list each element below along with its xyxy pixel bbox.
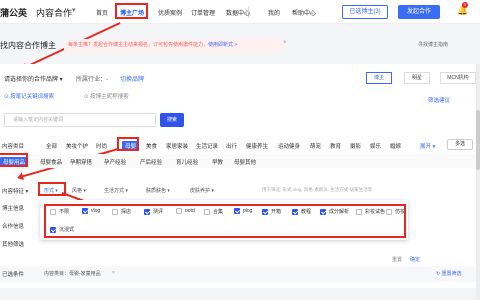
help-guide-link[interactable]: 寻找博主指南 (418, 41, 448, 48)
category-entertainment[interactable]: 娱乐 (370, 142, 381, 150)
subcategory-other[interactable]: 母婴其他 (234, 158, 256, 166)
selected-bloggers-button[interactable]: 已选博主(3) (342, 5, 388, 19)
bottom-bar (0, 288, 480, 300)
filter-panel (0, 64, 480, 300)
multi-select-button[interactable]: 多选 (447, 139, 473, 150)
highlight-nav-box (115, 3, 148, 19)
feature-hint: 用于筛选: 形式-vlog, 风格-素颜派, 生活方式-居家生活等 (262, 187, 373, 192)
expand-label: 展开 (420, 144, 432, 150)
feature-label: 内容特征 ▾ (2, 189, 29, 195)
search-input[interactable]: 请输入笔记内容关键词 (4, 113, 156, 127)
confirm-button[interactable]: 确定 (410, 256, 420, 263)
switch-brand-link[interactable]: 切换品牌 (120, 74, 144, 83)
nav-cases[interactable]: 优质案例 (158, 8, 182, 17)
nav-mine[interactable]: 我的 (268, 8, 280, 17)
nav-data-center[interactable]: 数据中心 (226, 8, 250, 17)
logo: 蒲公英 (0, 8, 28, 18)
category-education[interactable]: 教育 (330, 142, 341, 150)
tab-nickname-search[interactable]: ⊙ 按博主昵称搜索 (84, 92, 129, 100)
category-health[interactable]: 健康养生 (246, 142, 268, 150)
category-food[interactable]: 美食 (146, 142, 157, 150)
reset-button[interactable]: 重置 (392, 256, 402, 263)
brand-select[interactable]: 请选择你的合作品牌 ▾ (4, 74, 63, 83)
highlight-subcategory-box (0, 153, 28, 167)
subcategory-pregnancy-wear[interactable]: 孕期穿搭 (70, 158, 92, 166)
feature-label-text: 内容特征 (2, 189, 25, 195)
subcategory-parenting[interactable]: 育儿经验 (176, 158, 198, 166)
category-all[interactable]: 全部 (46, 142, 57, 150)
start-cooperation-button[interactable]: 发起合作 (398, 5, 440, 19)
close-icon[interactable]: × (283, 40, 287, 46)
highlight-popup-box (44, 204, 406, 238)
selected-tag: 内容类目：母婴-家童用品 (44, 271, 101, 277)
tab-keyword-label: 按笔记关键词搜索 (10, 94, 55, 100)
subcategory-early-edu[interactable]: 早教 (212, 158, 223, 166)
segment-mcn[interactable]: MCN机构 (440, 72, 476, 84)
category-beauty[interactable]: 美妆个护 (66, 142, 88, 150)
search-button[interactable]: 搜索 (160, 113, 184, 127)
reset-filter-label: 重置筛选 (441, 271, 462, 277)
notice-banner: 每条主推？发起合作博主主动来报名，订可包先使用邀件能力，使用即新式 > (64, 39, 284, 51)
highlight-category-box (117, 137, 139, 151)
category-wedding[interactable]: 婚嫁 (390, 142, 401, 150)
scrollbar-thumb[interactable] (476, 110, 480, 170)
tab-nickname-label: 按博主昵称搜索 (90, 94, 129, 100)
filter-suggestion-link[interactable]: 筛选建议 (428, 96, 450, 104)
scrollbar[interactable] (476, 64, 480, 300)
tab-keyword-search[interactable]: ⊙ 按笔记关键词搜索 (4, 92, 54, 100)
reset-filter-link[interactable]: ↻ 重置筛选 (436, 270, 462, 277)
lifestyle-dropdown[interactable]: 生活方式 ▾ (104, 187, 128, 194)
expand-link[interactable]: 展开 ▾ (420, 142, 435, 150)
nav-orders[interactable]: 订单管理 (191, 8, 215, 17)
style-dropdown[interactable]: 风格 ▾ (72, 187, 86, 194)
segment-star[interactable]: 明星 (404, 72, 430, 84)
skincare-dropdown[interactable]: 皮肤养护 ▾ (190, 187, 214, 194)
skincare-dropdown-label: 皮肤养护 (190, 188, 211, 194)
subcategory-postpartum[interactable]: 产后经验 (140, 158, 162, 166)
notice-text: 每条主推？发起合作博主主动来报名，订可包先使用邀件能力， (68, 42, 209, 48)
category-travel[interactable]: 出行 (226, 142, 237, 150)
category-sport[interactable]: 运动健身 (278, 142, 300, 150)
skin-dropdown-label: 肤质肤色 (146, 188, 167, 194)
notice-link[interactable]: 使用即新式 > (208, 42, 237, 48)
category-fashion[interactable]: 时尚 (96, 142, 107, 150)
category-life[interactable]: 生活记录 (196, 142, 218, 150)
side-label-blogger: 博主信息 (2, 206, 25, 212)
category-home[interactable]: 家居家装 (166, 142, 188, 150)
brand-select-label: 请选择你的合作品牌 (4, 77, 59, 83)
product-switcher[interactable]: 内容合作 (36, 6, 72, 19)
nav-help[interactable]: 帮助中心 (292, 8, 316, 17)
subcategory-pregnancy-exp[interactable]: 孕产经验 (104, 158, 126, 166)
nav-home[interactable]: 首页 (96, 8, 108, 17)
lifestyle-dropdown-label: 生活方式 (104, 188, 125, 194)
selected-label: 已选条件 (2, 272, 25, 278)
skin-dropdown[interactable]: 肤质肤色 ▾ (146, 187, 170, 194)
style-dropdown-label: 风格 (72, 188, 83, 194)
category-label: 内容类目 (2, 144, 25, 150)
segment-blogger[interactable]: 博主 (366, 72, 392, 84)
page-title: 找内容合作博主 (0, 41, 56, 50)
chevron-down-icon[interactable]: ▾ (72, 6, 76, 14)
subcategory-maternal-food[interactable]: 母婴食品 (40, 158, 62, 166)
close-icon[interactable]: × (112, 270, 115, 276)
category-pet[interactable]: 萌宠 (310, 142, 321, 150)
industry-label: 所属行业：- (76, 77, 108, 83)
side-label-other: 其他筛选 (2, 242, 25, 248)
side-label-cooperation: 合作信息 (2, 224, 25, 230)
category-photo[interactable]: 摄影 (350, 142, 361, 150)
